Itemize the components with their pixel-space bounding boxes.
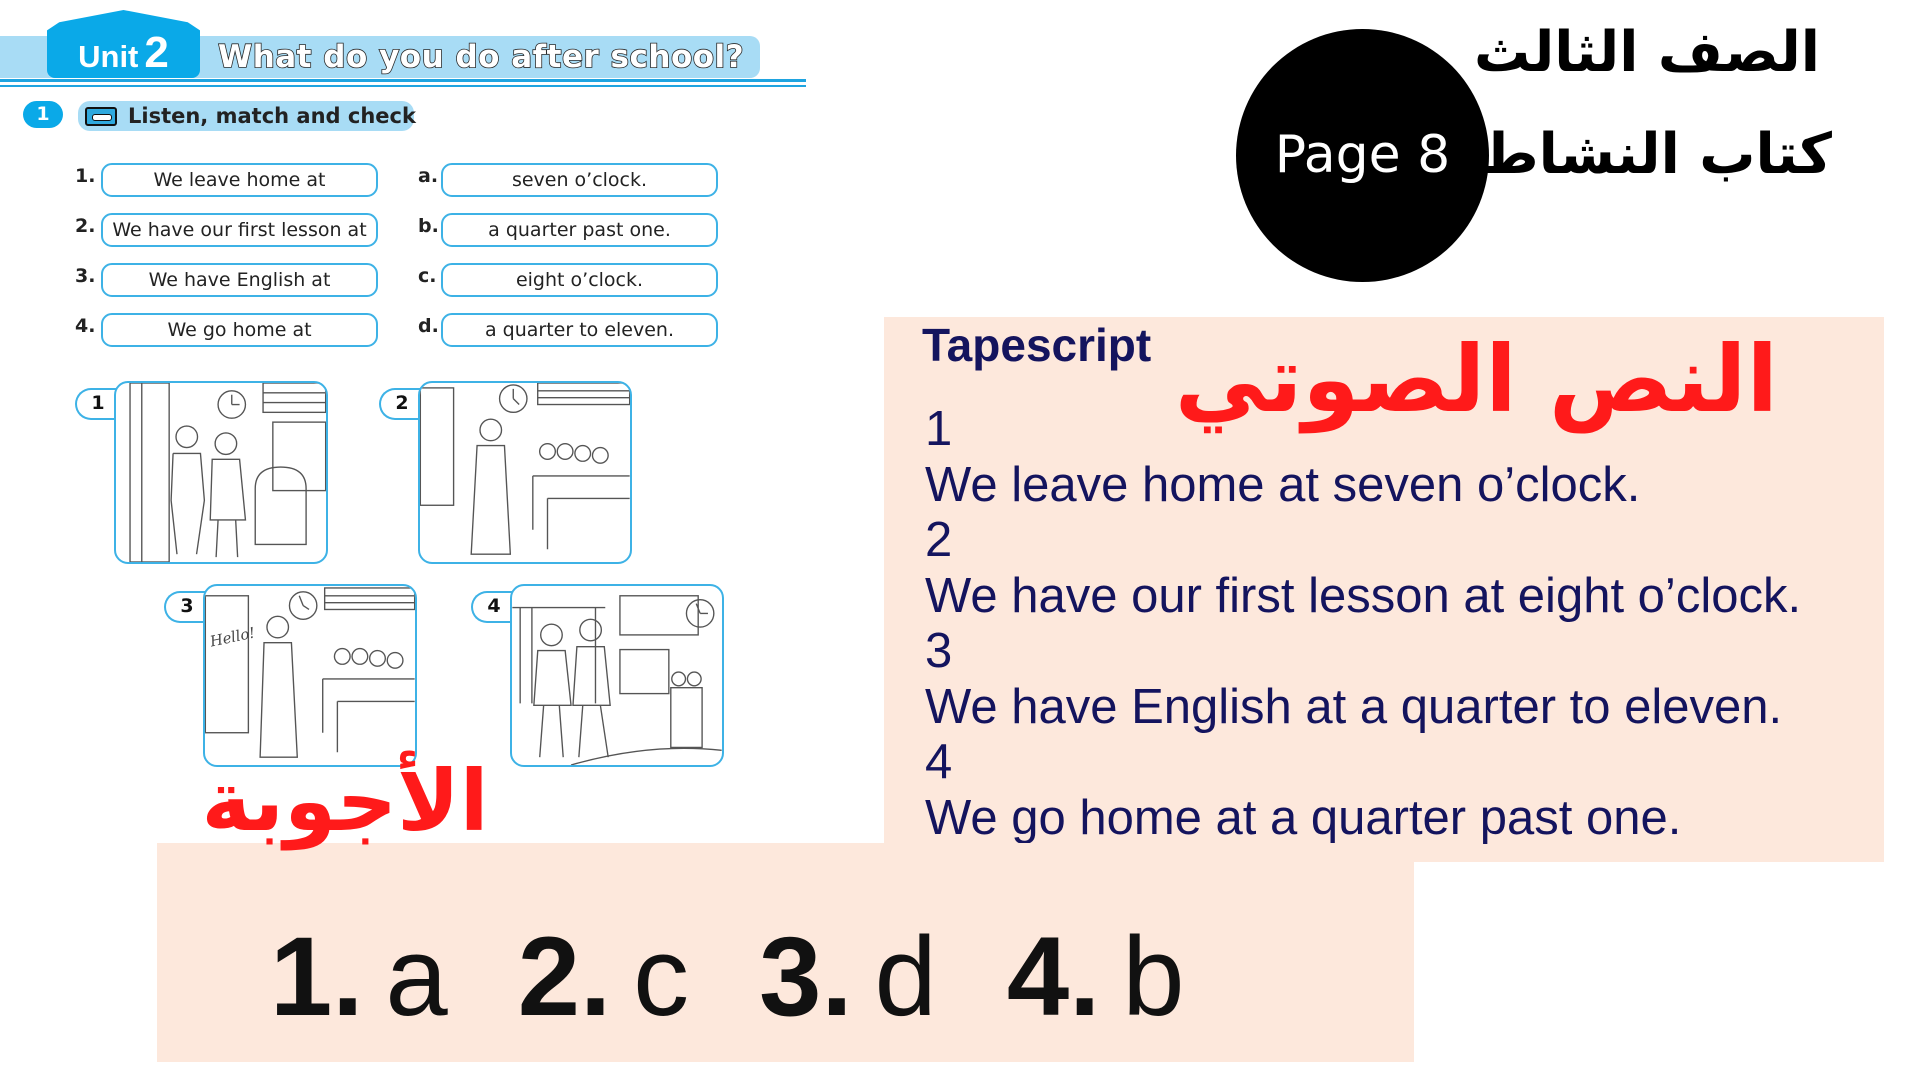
left-item-number: 2. xyxy=(75,215,96,237)
left-item-number: 4. xyxy=(75,315,96,337)
right-item-letter: b. xyxy=(418,215,439,237)
book-title: كتاب النشاط xyxy=(1480,122,1832,187)
answer-letter: d xyxy=(874,914,937,1039)
picture-number-tag: 3 xyxy=(164,591,208,623)
tapescript-entry-number: 1 xyxy=(925,402,953,456)
picture-classroom-hello[interactable]: Hello! xyxy=(203,584,417,767)
answer-item: 4. b xyxy=(1007,912,1185,1043)
right-item-box[interactable]: eight o’clock. xyxy=(441,263,718,297)
tapescript-lines: 1 We leave home at seven o’clock. 2 We h… xyxy=(925,402,1801,846)
left-item-box[interactable]: We have our first lesson at xyxy=(101,213,378,247)
picture-number-tag: 1 xyxy=(75,388,119,420)
picture-number-tag: 4 xyxy=(471,591,515,623)
left-item-box[interactable]: We have English at xyxy=(101,263,378,297)
answers-heading: الأجوبة xyxy=(201,752,489,850)
scene-illustration: Hello! xyxy=(205,587,415,758)
picture-going-home[interactable] xyxy=(510,584,724,767)
tapescript-heading: Tapescript xyxy=(922,319,1152,371)
answer-number: 1. xyxy=(270,914,364,1039)
grade-title: الصف الثالث xyxy=(1473,20,1820,85)
header-rule xyxy=(0,79,806,82)
answer-item: 1. a xyxy=(270,912,448,1043)
answer-item: 2. c xyxy=(518,912,689,1043)
unit-title: What do you do after school? xyxy=(217,38,745,76)
answer-number: 3. xyxy=(759,914,853,1039)
exercise-number-badge: 1 xyxy=(23,101,63,128)
page-number-badge: Page 8 xyxy=(1236,29,1489,282)
exercise-title: Listen, match and check xyxy=(128,104,416,128)
scene-illustration xyxy=(420,383,630,555)
left-item-number: 3. xyxy=(75,265,96,287)
picture-number-tag: 2 xyxy=(379,388,423,420)
answer-letter: b xyxy=(1122,914,1185,1039)
unit-word: Unit xyxy=(78,39,139,74)
tapescript-entry-text: We leave home at seven o’clock. xyxy=(925,457,1641,512)
right-item-letter: a. xyxy=(418,165,439,187)
answer-letter: c xyxy=(633,914,690,1039)
tapescript-entry-number: 4 xyxy=(925,735,953,789)
tapescript-entry-text: We have English at a quarter to eleven. xyxy=(925,679,1783,734)
scene-illustration xyxy=(512,595,722,765)
answers-row: 1. a 2. c 3. d 4. b xyxy=(270,912,1185,1043)
cassette-icon xyxy=(85,107,117,126)
board-hello-text: Hello! xyxy=(208,624,257,650)
answer-number: 2. xyxy=(517,914,612,1039)
left-item-box[interactable]: We go home at xyxy=(101,313,378,347)
answer-item: 3. d xyxy=(759,912,937,1043)
left-item-box[interactable]: We leave home at xyxy=(101,163,378,197)
answer-letter: a xyxy=(385,914,448,1039)
right-item-box[interactable]: seven o’clock. xyxy=(441,163,718,197)
unit-label: Unit 2 xyxy=(47,28,200,78)
picture-classroom-teacher[interactable] xyxy=(418,381,632,564)
scene-illustration xyxy=(129,383,326,562)
header-rule-thin xyxy=(0,85,806,87)
tapescript-entry-number: 3 xyxy=(925,624,953,678)
tapescript-entry-text: We go home at a quarter past one. xyxy=(925,790,1682,845)
right-item-letter: d. xyxy=(418,315,439,337)
picture-leaving-home[interactable] xyxy=(114,381,328,564)
tapescript-entry-text: We have our first lesson at eight o’cloc… xyxy=(925,568,1802,623)
unit-number: 2 xyxy=(144,28,169,77)
right-item-box[interactable]: a quarter past one. xyxy=(441,213,718,247)
tapescript-entry-number: 2 xyxy=(925,513,953,567)
right-item-box[interactable]: a quarter to eleven. xyxy=(441,313,718,347)
left-item-number: 1. xyxy=(75,165,96,187)
right-item-letter: c. xyxy=(418,265,437,287)
answer-number: 4. xyxy=(1006,914,1101,1039)
